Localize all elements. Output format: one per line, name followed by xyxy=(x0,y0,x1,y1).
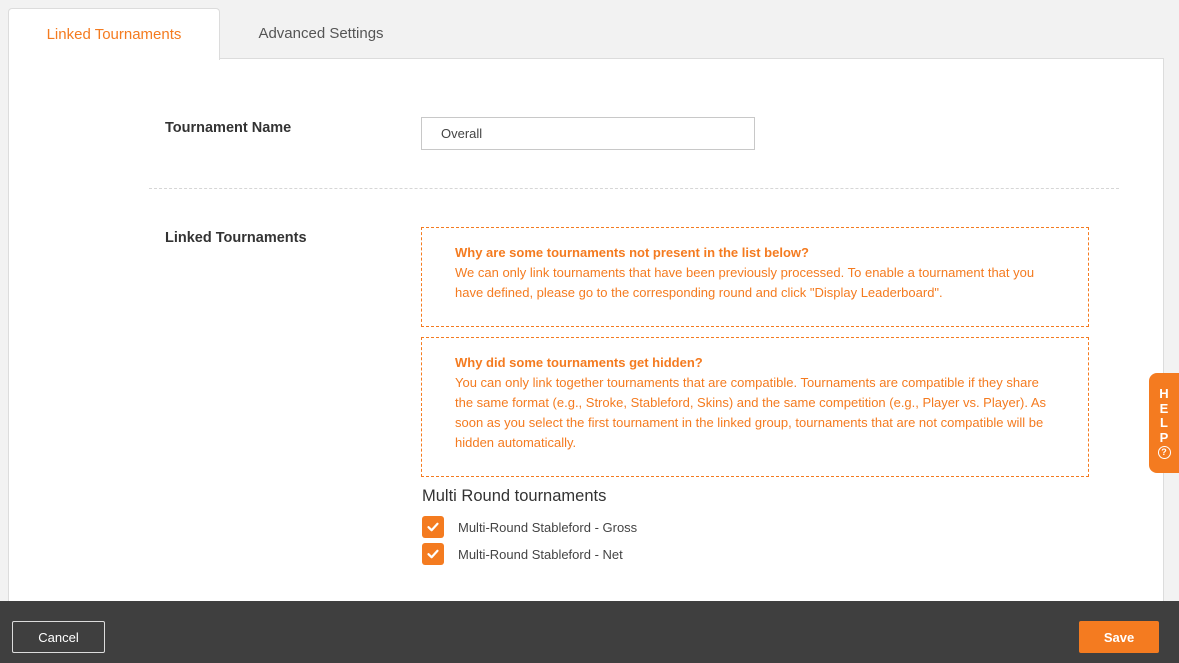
settings-panel: Tournament Name Linked Tournaments Why a… xyxy=(8,58,1164,618)
linked-tournaments-label: Linked Tournaments xyxy=(165,230,307,246)
tab-linked-tournaments[interactable]: Linked Tournaments xyxy=(8,8,220,60)
cancel-button[interactable]: Cancel xyxy=(12,621,105,653)
checkbox-label: Multi-Round Stableford - Net xyxy=(458,546,623,562)
help-button[interactable]: H E L P ? xyxy=(1149,373,1179,473)
help-letter: L xyxy=(1160,415,1168,430)
tournament-name-input[interactable] xyxy=(421,117,755,150)
checkmark-icon xyxy=(427,522,439,532)
checkbox-label: Multi-Round Stableford - Gross xyxy=(458,519,638,535)
info-box-missing-tournaments: Why are some tournaments not present in … xyxy=(421,227,1089,327)
checkbox-checked[interactable] xyxy=(422,516,444,538)
tab-advanced-settings[interactable]: Advanced Settings xyxy=(220,8,422,59)
info-box-hidden-tournaments: Why did some tournaments get hidden? You… xyxy=(421,337,1089,477)
checkbox-checked[interactable] xyxy=(422,543,444,565)
help-letter: E xyxy=(1159,400,1169,416)
multi-round-title: Multi Round tournaments xyxy=(422,487,607,505)
tournament-name-label: Tournament Name xyxy=(165,120,292,136)
save-button[interactable]: Save xyxy=(1079,621,1159,653)
tab-bar: Linked Tournaments Advanced Settings xyxy=(0,0,1179,60)
help-letter: H xyxy=(1159,386,1169,401)
info-answer: You can only link together tournaments t… xyxy=(455,375,1047,450)
question-circle-icon: ? xyxy=(1157,446,1171,459)
info-question: Why are some tournaments not present in … xyxy=(455,245,809,260)
footer-bar: Cancel Save xyxy=(0,601,1179,663)
section-divider xyxy=(149,188,1119,189)
checkbox-row-gross[interactable]: Multi-Round Stableford - Gross xyxy=(422,516,637,538)
info-answer: We can only link tournaments that have b… xyxy=(455,265,1035,300)
help-letter: P xyxy=(1159,429,1169,445)
checkmark-icon xyxy=(427,549,439,559)
checkbox-row-net[interactable]: Multi-Round Stableford - Net xyxy=(422,543,623,565)
info-question: Why did some tournaments get hidden? xyxy=(455,355,703,370)
